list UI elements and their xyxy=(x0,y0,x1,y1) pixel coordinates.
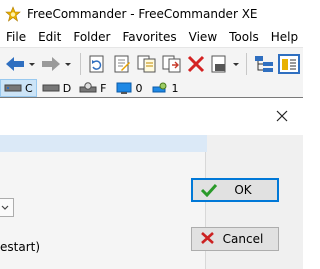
drive-bar: C D F 0 1 xyxy=(0,79,303,97)
drive-label: F xyxy=(100,81,107,95)
drive-button-d[interactable]: D xyxy=(39,80,74,96)
dialog-options-panel: estart) xyxy=(0,152,206,269)
window-title: FreeCommander - FreeCommander XE xyxy=(27,6,258,21)
freecommander-logo-icon xyxy=(5,5,21,22)
refresh-document-icon[interactable] xyxy=(87,54,107,74)
toolbar-separator xyxy=(80,53,81,75)
panel-layout-icon[interactable] xyxy=(278,54,300,74)
back-arrow-icon[interactable] xyxy=(4,54,26,74)
ok-button[interactable]: OK xyxy=(191,178,279,202)
restart-note-text: estart) xyxy=(0,240,41,254)
hard-drive-icon xyxy=(42,84,60,92)
drive-button-0[interactable]: 0 xyxy=(112,80,146,96)
menu-bar: File Edit Folder Favorites View Tools He… xyxy=(0,27,303,47)
forward-dropdown-icon[interactable] xyxy=(64,54,72,74)
drive-button-1[interactable]: 1 xyxy=(148,80,182,96)
optical-drive-icon xyxy=(79,82,97,93)
menu-favorites[interactable]: Favorites xyxy=(116,30,182,44)
menu-tools[interactable]: Tools xyxy=(223,30,265,44)
settings-dialog: estart) OK Cancel xyxy=(0,97,303,269)
hard-drive-icon xyxy=(4,84,22,92)
window-titlebar: FreeCommander - FreeCommander XE xyxy=(0,0,303,27)
ok-button-label: OK xyxy=(234,183,252,197)
dropdown-select[interactable] xyxy=(0,198,14,217)
dialog-titlebar xyxy=(0,98,303,135)
forward-arrow-icon[interactable] xyxy=(40,54,62,74)
menu-help[interactable]: Help xyxy=(265,30,304,44)
main-toolbar xyxy=(0,47,303,80)
menu-view[interactable]: View xyxy=(183,30,223,44)
drive-button-c[interactable]: C xyxy=(0,79,37,97)
move-icon[interactable] xyxy=(161,54,183,74)
drive-label: 1 xyxy=(171,81,179,95)
folder-tree-icon[interactable] xyxy=(253,54,275,74)
copy-icon[interactable] xyxy=(136,54,158,74)
drive-label: C xyxy=(25,81,33,95)
dialog-header-band xyxy=(0,135,207,152)
menu-folder[interactable]: Folder xyxy=(67,30,116,44)
drive-label: D xyxy=(62,81,72,95)
delete-icon[interactable] xyxy=(186,54,206,74)
properties-dropdown-icon[interactable] xyxy=(232,54,240,74)
file-properties-icon[interactable] xyxy=(209,54,229,74)
cancel-button-label: Cancel xyxy=(222,232,264,246)
close-icon[interactable] xyxy=(273,107,291,125)
desktop-monitor-icon xyxy=(116,82,131,94)
menu-file[interactable]: File xyxy=(0,30,32,44)
menu-edit[interactable]: Edit xyxy=(32,30,67,44)
toolbar-separator xyxy=(246,53,247,75)
network-drive-icon xyxy=(152,82,166,93)
drive-button-f[interactable]: F xyxy=(76,80,109,96)
drive-label: 0 xyxy=(135,81,143,95)
chevron-down-icon xyxy=(1,205,9,210)
edit-document-icon[interactable] xyxy=(112,54,132,74)
cancel-button[interactable]: Cancel xyxy=(191,227,279,251)
back-dropdown-icon[interactable] xyxy=(28,54,36,74)
